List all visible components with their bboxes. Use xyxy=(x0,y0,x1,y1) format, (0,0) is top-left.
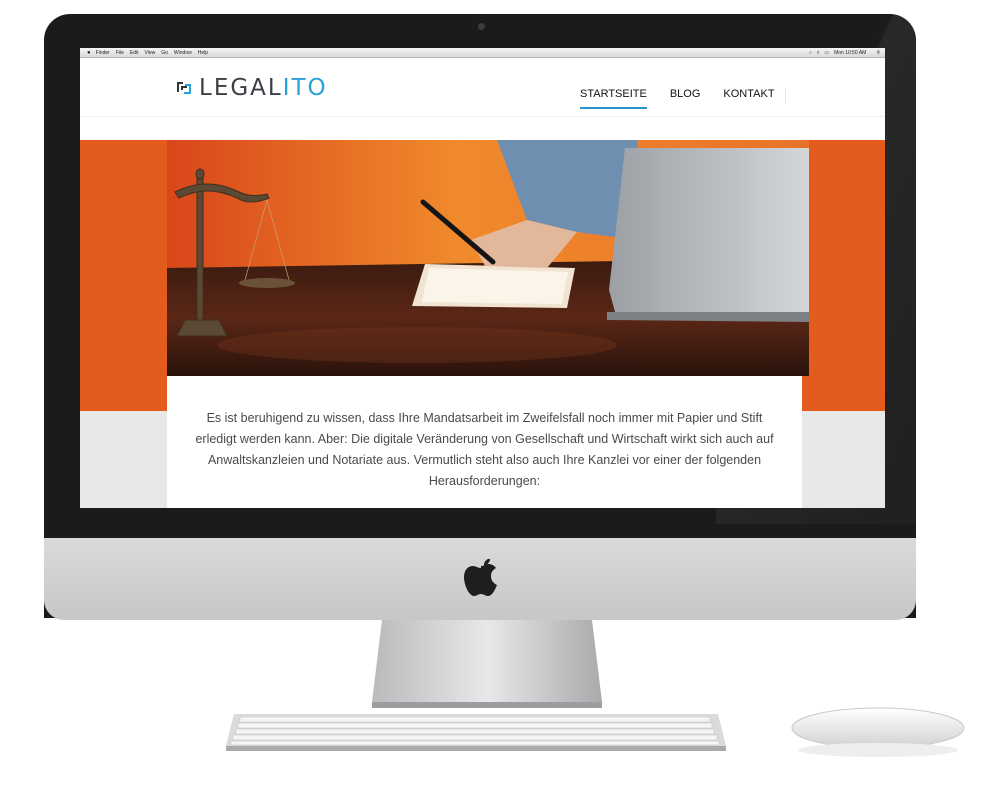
nav-divider xyxy=(785,88,786,104)
camera-dot xyxy=(478,23,485,30)
keyboard xyxy=(226,714,726,751)
apple-menu-icon[interactable]: ● xyxy=(87,50,91,56)
menu-help[interactable]: Help xyxy=(198,50,208,56)
mac-menubar: ● Finder File Edit View Go Window Help ○… xyxy=(80,48,885,58)
screen: ● Finder File Edit View Go Window Help ○… xyxy=(80,48,885,508)
logo-text-main: LEGAL xyxy=(199,75,283,101)
spotlight-search-icon[interactable]: ⚲ xyxy=(876,50,880,56)
logo-text: LEGALITO xyxy=(199,75,328,101)
menu-go[interactable]: Go xyxy=(161,50,168,56)
site-header: LEGALITO STARTSEITE BLOG KONTAKT xyxy=(80,58,885,117)
logo-mark-icon xyxy=(177,82,191,94)
magic-mouse xyxy=(791,707,965,757)
intro-card: Es ist beruhigend zu wissen, dass Ihre M… xyxy=(167,376,802,508)
menu-file[interactable]: File xyxy=(116,50,124,56)
volume-icon[interactable]: ◊ xyxy=(817,50,819,56)
nav-kontakt[interactable]: KONTAKT xyxy=(723,88,774,109)
nav-startseite[interactable]: STARTSEITE xyxy=(580,88,647,109)
apple-logo-icon xyxy=(464,559,497,596)
menu-window[interactable]: Window xyxy=(174,50,192,56)
intro-text: Es ist beruhigend zu wissen, dass Ihre M… xyxy=(195,411,774,488)
imac-stand xyxy=(372,620,602,708)
menu-view[interactable]: View xyxy=(145,50,156,56)
nav-blog[interactable]: BLOG xyxy=(670,88,701,109)
logo-text-accent: ITO xyxy=(282,75,328,101)
wifi-icon[interactable]: ○ xyxy=(809,50,812,56)
site-logo[interactable]: LEGALITO xyxy=(176,75,328,101)
menu-edit[interactable]: Edit xyxy=(130,50,139,56)
main-nav: STARTSEITE BLOG KONTAKT xyxy=(580,88,798,109)
hero-image xyxy=(167,140,809,376)
menu-finder[interactable]: Finder xyxy=(96,50,110,56)
menubar-clock[interactable]: Mon 10:50 AM xyxy=(834,50,866,56)
battery-icon[interactable]: ▭ xyxy=(824,50,829,56)
